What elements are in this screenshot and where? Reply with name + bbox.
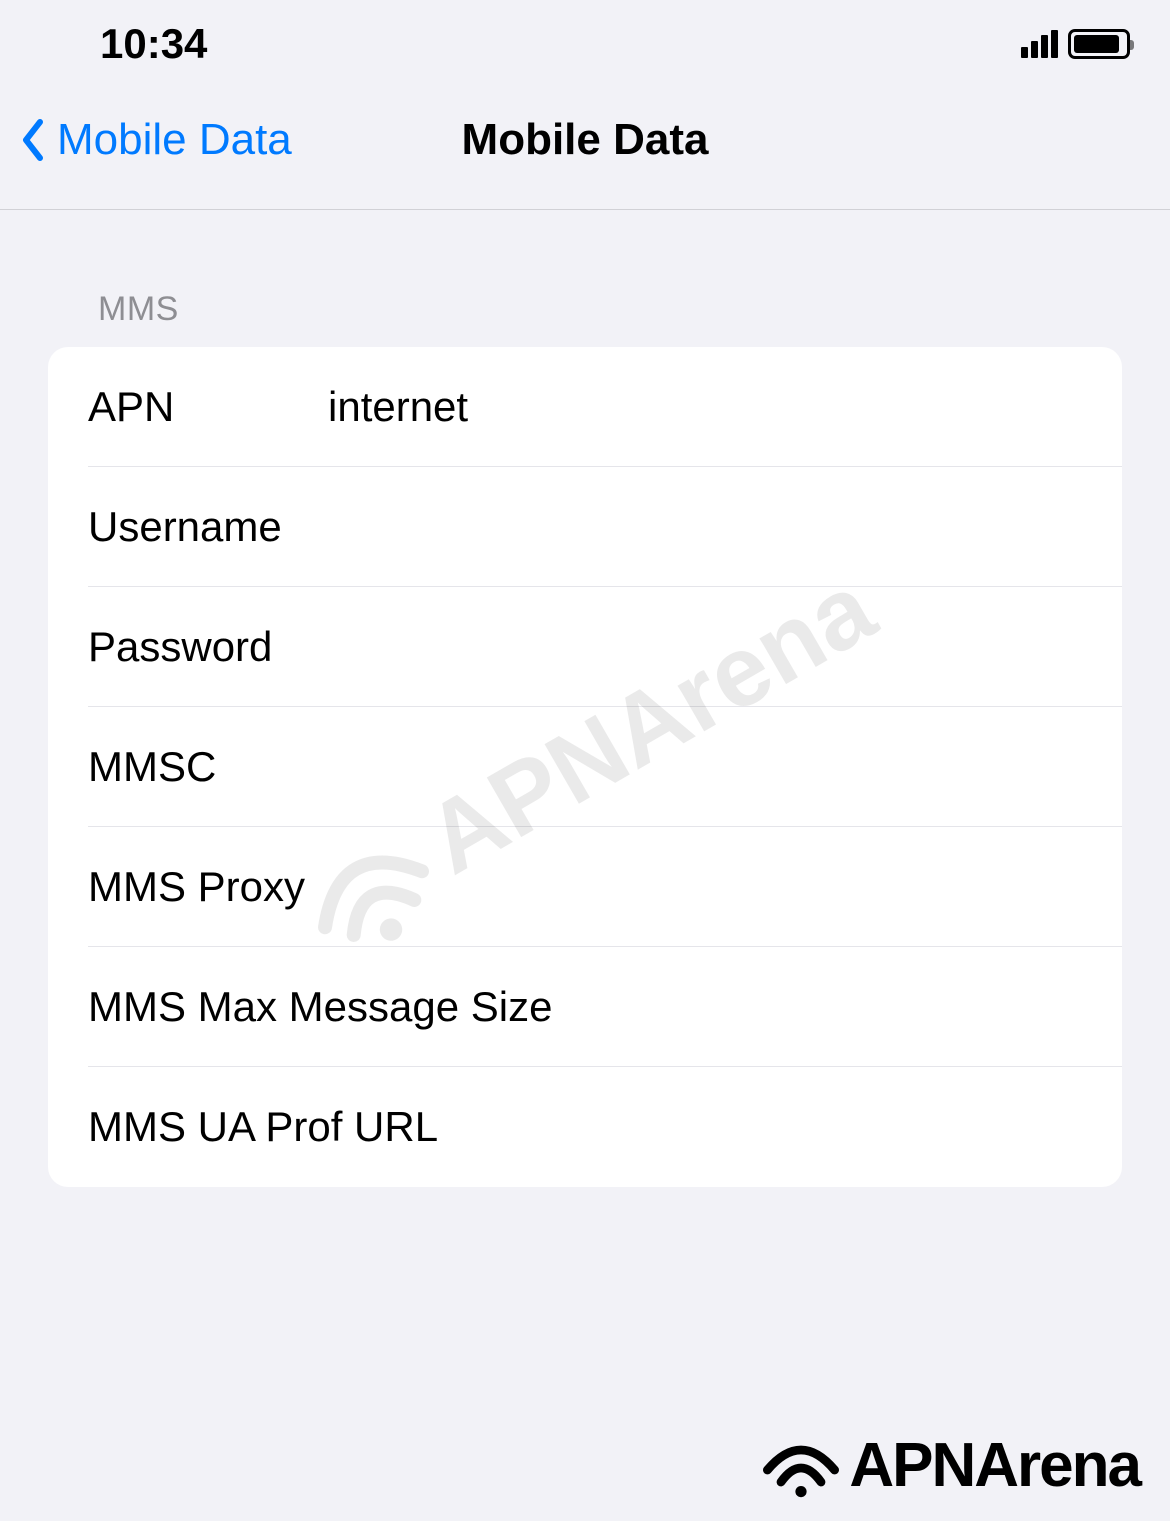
back-label: Mobile Data [57,115,292,165]
navigation-bar: Mobile Data Mobile Data [0,80,1170,210]
battery-icon [1068,29,1130,59]
status-bar: 10:34 [0,0,1170,80]
mms-settings-group: APN Username Password MMSC MMS Proxy MMS… [48,347,1122,1187]
back-button[interactable]: Mobile Data [20,115,292,165]
footer-brand-text: APNArena [849,1430,1140,1501]
mmsc-label: MMSC [88,743,328,791]
chevron-left-icon [20,118,45,162]
mms-proxy-row[interactable]: MMS Proxy [48,827,1122,947]
apn-label: APN [88,383,328,431]
mmsc-input[interactable] [328,743,1082,791]
section-header-mms: MMS [0,210,1170,347]
status-indicators [1021,29,1130,59]
mms-ua-prof-row[interactable]: MMS UA Prof URL [48,1067,1122,1187]
cellular-signal-icon [1021,30,1058,58]
username-input[interactable] [328,503,1082,551]
mms-proxy-label: MMS Proxy [88,863,541,911]
wifi-icon [761,1431,841,1501]
password-label: Password [88,623,328,671]
mms-max-size-row[interactable]: MMS Max Message Size [48,947,1122,1067]
mms-max-size-label: MMS Max Message Size [88,983,1082,1031]
status-time: 10:34 [100,20,207,68]
mmsc-row[interactable]: MMSC [48,707,1122,827]
password-input[interactable] [328,623,1082,671]
username-label: Username [88,503,328,551]
apn-input[interactable] [328,383,1082,431]
username-row[interactable]: Username [48,467,1122,587]
apn-row[interactable]: APN [48,347,1122,467]
mms-proxy-input[interactable] [541,863,1082,911]
password-row[interactable]: Password [48,587,1122,707]
mms-ua-prof-label: MMS UA Prof URL [88,1103,1082,1151]
page-title: Mobile Data [462,115,709,165]
footer-brand: APNArena [761,1430,1140,1501]
